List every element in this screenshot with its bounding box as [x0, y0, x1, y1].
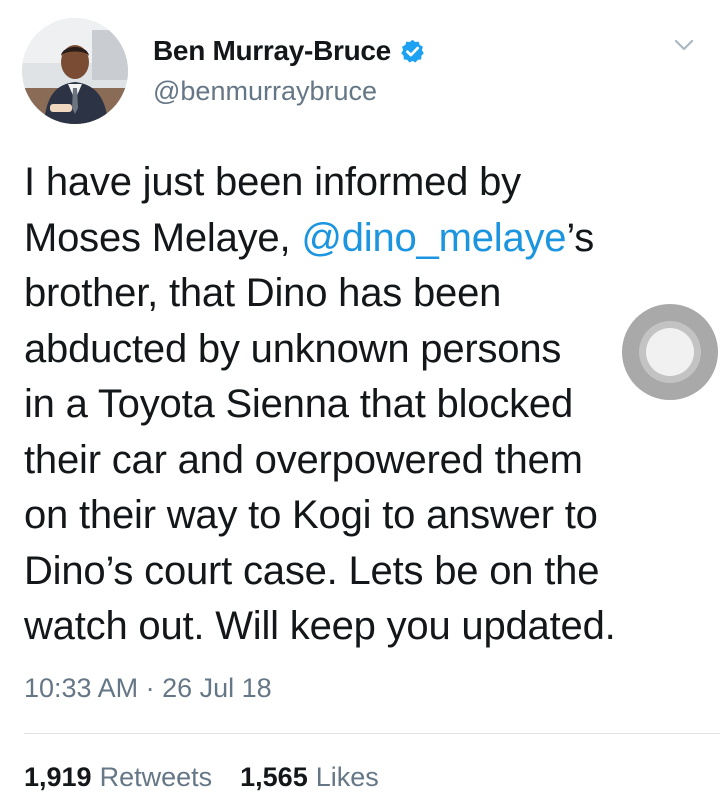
avatar[interactable]	[22, 18, 128, 124]
tweet-text-line: their car and overpowered them	[24, 433, 674, 489]
likes-count: 1,565	[240, 762, 308, 792]
profile-photo	[22, 18, 128, 124]
text-segment: on their way to Kogi to answer to	[24, 493, 598, 537]
tweet-stats: 1,919 Retweets 1,565 Likes	[24, 762, 379, 793]
divider	[24, 733, 720, 734]
retweets-count: 1,919	[24, 762, 92, 792]
verified-badge-icon	[401, 39, 424, 63]
tweet-text-line: abducted by unknown persons	[24, 322, 674, 378]
tweet-text-line: in a Toyota Sienna that blocked	[24, 377, 674, 433]
likes-label: Likes	[315, 762, 379, 792]
author-display-name[interactable]: Ben Murray-Bruce	[153, 35, 391, 67]
tweet-text-line: Dino’s court case. Lets be on the	[24, 544, 674, 600]
text-segment: brother, that Dino has been	[24, 271, 502, 315]
tweet-text-line: on their way to Kogi to answer to	[24, 488, 674, 544]
text-segment: abducted by unknown persons	[24, 326, 562, 371]
text-segment: Moses Melaye,	[24, 215, 302, 260]
tweet-text-line: watch out. Will keep you updated.	[24, 599, 674, 655]
text-segment: Dino’s court case. Lets be on the	[24, 548, 600, 593]
text-segment: I have just been informed by	[24, 160, 521, 204]
tweet-timestamp[interactable]: 10:33 AM · 26 Jul 18	[24, 673, 272, 704]
author-handle[interactable]: @benmurraybruce	[153, 76, 377, 107]
retweets-stat[interactable]: 1,919 Retweets	[24, 762, 212, 793]
tweet-text-line: I have just been informed by	[24, 155, 674, 211]
assistive-touch-core	[646, 328, 694, 376]
chevron-down-icon[interactable]	[672, 33, 696, 57]
assistive-touch-ring	[639, 321, 701, 383]
text-segment: ’s	[566, 215, 595, 260]
tweet-text-line: brother, that Dino has been	[24, 266, 674, 322]
text-segment: their car and overpowered them	[24, 437, 583, 482]
likes-stat[interactable]: 1,565 Likes	[240, 762, 379, 793]
tweet-text: I have just been informed by Moses Melay…	[24, 155, 674, 655]
mention-link[interactable]: @dino_melaye	[301, 216, 566, 260]
assistive-touch-button[interactable]	[622, 304, 718, 400]
text-segment: watch out. Will keep you updated.	[24, 604, 616, 648]
tweet-text-line: Moses Melaye, @dino_melaye’s	[24, 211, 674, 267]
retweets-label: Retweets	[99, 762, 213, 792]
text-segment: in a Toyota Sienna that blocked	[24, 382, 574, 426]
author-name-row: Ben Murray-Bruce	[153, 33, 426, 69]
